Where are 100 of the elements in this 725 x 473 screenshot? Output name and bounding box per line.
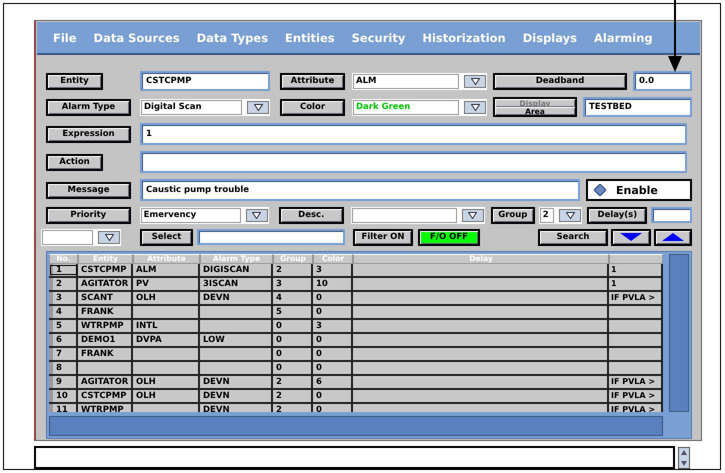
group-button[interactable]: Group — [490, 206, 535, 224]
input-field[interactable] — [197, 229, 345, 245]
dropdown-button[interactable] — [464, 100, 486, 114]
dropdown-field[interactable] — [352, 208, 457, 222]
table-cell: 4 — [273, 292, 313, 304]
table-cell: SCANT — [78, 292, 133, 304]
action-button[interactable]: Action — [46, 154, 103, 170]
input-field[interactable]: TESTBED — [583, 97, 692, 117]
table-cell: 0 — [273, 320, 313, 332]
input-field[interactable] — [651, 207, 692, 223]
color-button[interactable]: Color — [280, 98, 345, 116]
dropdown-button[interactable] — [559, 208, 582, 222]
up-arrow-icon — [662, 233, 684, 241]
expression-button[interactable]: Expression — [46, 126, 131, 142]
desc-button[interactable]: Desc. — [278, 206, 344, 224]
table-cell: 6 — [49, 334, 78, 346]
table-cell: CSTCPMP — [78, 264, 133, 276]
table-cell: DEVN — [200, 292, 273, 304]
down-arrow-icon — [620, 233, 642, 241]
table-cell: 2 — [273, 390, 313, 402]
table-cell: 1 — [609, 264, 663, 276]
table-cell: IF PVLA > — [609, 376, 663, 388]
status-field[interactable] — [34, 446, 675, 469]
table-cell: 2 — [273, 376, 313, 388]
dropdown-button[interactable] — [464, 74, 486, 88]
table-cell: PV — [133, 278, 200, 290]
table-cell: 5 — [49, 320, 78, 332]
dropdown-button[interactable] — [98, 230, 120, 244]
table-cell: AGITATOR — [78, 376, 133, 388]
table-cell: 3 — [49, 292, 78, 304]
table-cell: 0 — [313, 292, 353, 304]
dropdown-button[interactable] — [247, 100, 269, 114]
table-cell: 2 — [273, 264, 313, 276]
caret-icon — [104, 234, 114, 240]
dropdown-button[interactable] — [462, 208, 484, 222]
table-cell: DIGISCAN — [200, 264, 273, 276]
enable-label: Enable — [616, 184, 658, 196]
table-cell: 7 — [49, 348, 78, 360]
table-cell: 0 — [273, 362, 313, 374]
select-button[interactable]: Select — [140, 228, 193, 246]
alarm-type-button[interactable]: Alarm Type — [46, 98, 131, 116]
table-cell: FRANK — [78, 348, 133, 360]
table-cell: 1 — [609, 278, 663, 290]
dropdown-field[interactable]: 2 — [540, 208, 554, 222]
table-cell: 0 — [313, 306, 353, 318]
vertical-scrollbar[interactable] — [669, 254, 689, 412]
caret-icon — [254, 104, 262, 110]
search-button[interactable]: Search — [538, 228, 608, 246]
table-cell: IF PVLA > — [609, 390, 663, 402]
table-cell: LOW — [200, 334, 273, 346]
table-cell: AGITATOR — [78, 278, 133, 290]
down-button[interactable] — [611, 228, 651, 246]
table-cell: IF PVLA > — [609, 292, 663, 304]
input-field[interactable]: 0.0 — [633, 71, 692, 91]
up-button[interactable] — [654, 228, 692, 246]
table-cell: FRANK — [78, 306, 133, 318]
table-cell: 5 — [273, 306, 313, 318]
table-cell: 3 — [313, 320, 353, 332]
horizontal-scrollbar[interactable] — [49, 416, 663, 436]
table-cell: 0 — [313, 390, 353, 402]
priority-button[interactable]: Priority — [46, 206, 131, 224]
column-header[interactable] — [609, 254, 663, 264]
table-cell: 4 — [49, 306, 78, 318]
delay-button[interactable]: Delay(s) — [587, 206, 648, 224]
table-cell: 1 — [49, 264, 78, 276]
table-cell: 2 — [49, 278, 78, 290]
table-cell: 9 — [49, 376, 78, 388]
table-cell: OLH — [133, 292, 200, 304]
input-field[interactable]: CSTCPMP — [140, 71, 270, 91]
table-cell: DEVN — [200, 390, 273, 402]
dropdown-button[interactable] — [246, 208, 268, 222]
table-cell: 8 — [49, 362, 78, 374]
dropdown-field[interactable]: ALM — [353, 74, 459, 88]
entity-button[interactable]: Entity — [46, 72, 103, 90]
table-cell: 0 — [313, 348, 353, 360]
table-cell: ALM — [133, 264, 200, 276]
enable-toggle[interactable]: Enable — [586, 179, 692, 201]
spin-icon[interactable] — [678, 446, 690, 468]
dropdown-field[interactable]: Emervency — [140, 208, 241, 222]
caret-icon — [470, 104, 480, 110]
dropdown-field[interactable]: Digital Scan — [141, 100, 242, 114]
deadband-button[interactable]: Deadband — [493, 72, 627, 90]
table-cell: 0 — [313, 362, 353, 374]
filter-button[interactable]: Filter ON — [353, 228, 413, 246]
table-cell: OLH — [133, 390, 200, 402]
fo-button[interactable]: F/O OFF — [418, 228, 480, 246]
table-cell: 0 — [273, 348, 313, 360]
caret-icon — [470, 78, 480, 84]
input-field[interactable]: 1 — [140, 123, 687, 145]
table-cell: 3ISCAN — [200, 278, 273, 290]
attribute-button[interactable]: Attribute — [280, 72, 345, 90]
dropdown-field[interactable] — [42, 230, 93, 244]
input-field[interactable]: Caustic pump trouble — [140, 179, 580, 201]
table-cell: DEVN — [200, 376, 273, 388]
message-button[interactable]: Message — [46, 182, 131, 198]
table-cell: 0 — [273, 334, 313, 346]
table-cell: OLH — [133, 376, 200, 388]
input-field[interactable] — [140, 151, 687, 173]
caret-icon — [566, 212, 575, 218]
table-cell: 3 — [313, 264, 353, 276]
